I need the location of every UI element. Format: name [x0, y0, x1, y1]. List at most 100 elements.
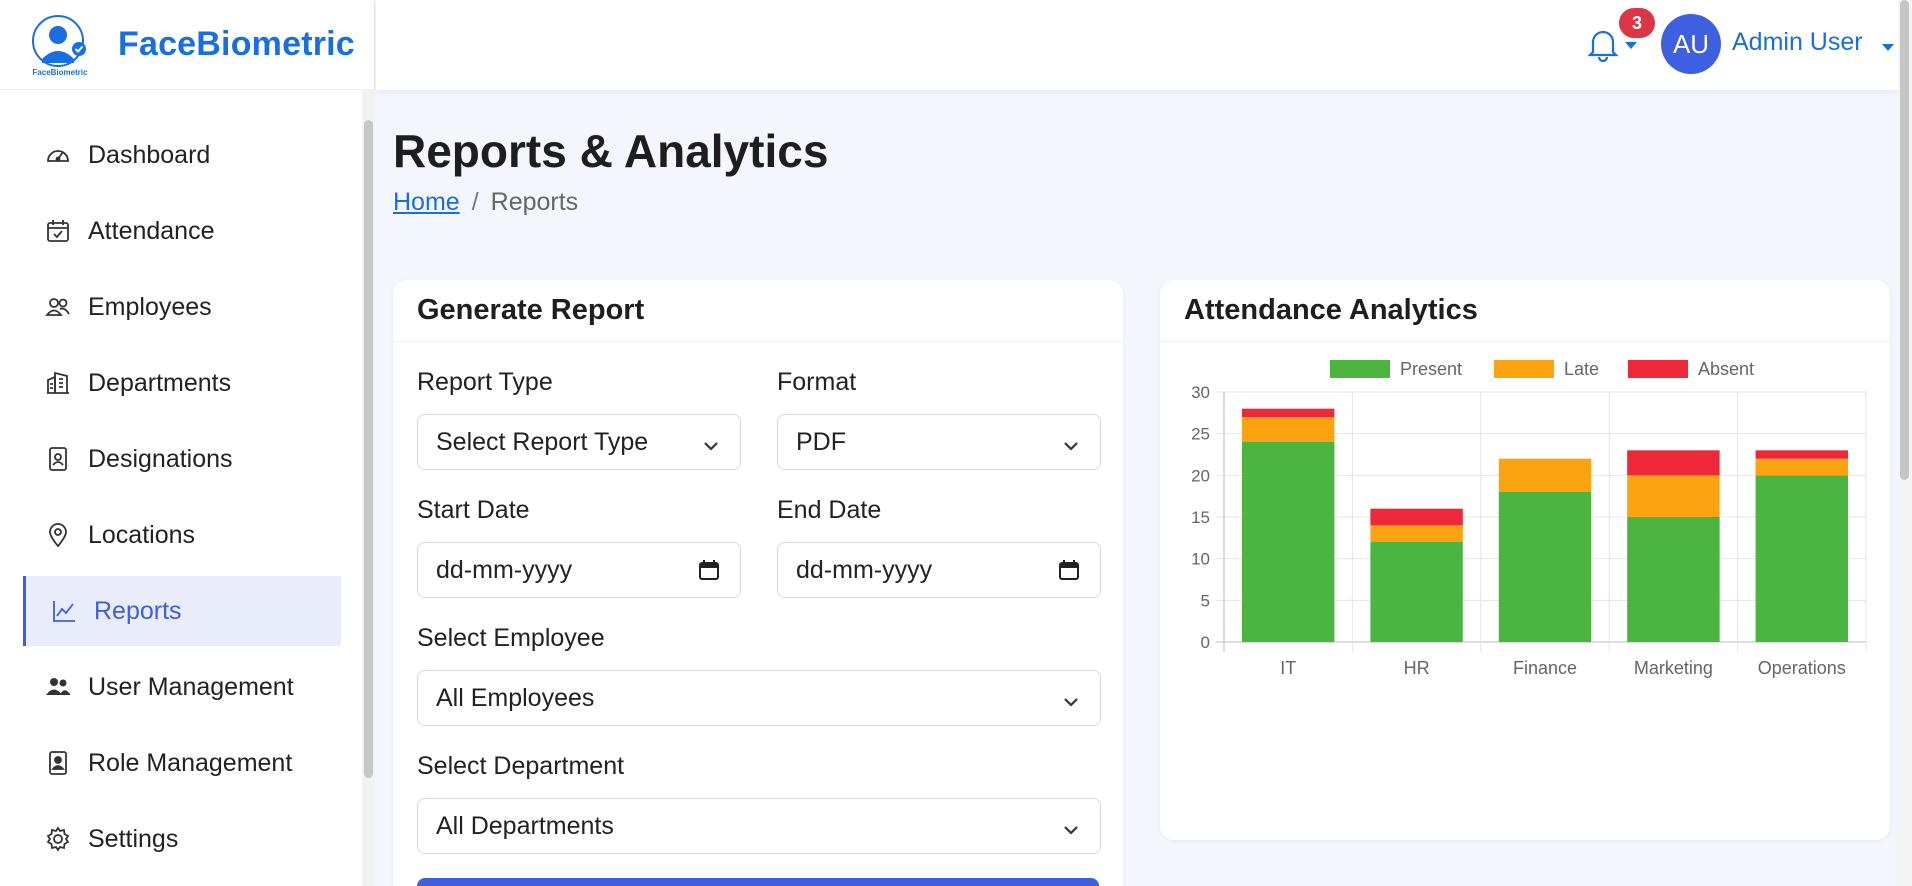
card-title: Attendance Analytics: [1160, 280, 1890, 342]
sidebar-item-attendance[interactable]: Attendance: [0, 196, 340, 266]
users-icon: [44, 293, 72, 321]
avatar[interactable]: AU: [1661, 14, 1721, 74]
map-pin-icon: [44, 521, 72, 549]
end-date-placeholder: dd-mm-yyyy: [796, 555, 933, 584]
generate-report-card: Generate Report Report Type Select Repor…: [393, 280, 1123, 886]
chevron-down-icon: [702, 433, 720, 462]
bar-present: [1370, 542, 1463, 642]
bar-absent: [1241, 408, 1335, 417]
page-title: Reports & Analytics: [393, 125, 829, 177]
department-label: Select Department: [417, 752, 625, 780]
bar-present: [1498, 492, 1592, 642]
bell-icon[interactable]: [1586, 26, 1620, 63]
y-tick-label: 5: [1201, 591, 1210, 610]
y-tick-label: 25: [1191, 425, 1210, 444]
sidebar-item-label: User Management: [88, 672, 294, 701]
sidebar-item-user-management[interactable]: User Management: [0, 652, 340, 722]
y-tick-label: 0: [1201, 633, 1210, 652]
report-type-select[interactable]: Select Report Type: [417, 414, 741, 470]
building-icon: [44, 369, 72, 397]
legend-swatch: [1494, 360, 1554, 378]
sidebar-item-departments[interactable]: Departments: [0, 348, 340, 418]
breadcrumb-home-link[interactable]: Home: [393, 188, 460, 216]
x-tick-label: Finance: [1513, 658, 1577, 678]
format-label: Format: [777, 368, 857, 396]
legend-label: Late: [1564, 359, 1599, 379]
x-tick-label: HR: [1404, 658, 1430, 678]
employee-select[interactable]: All Employees: [417, 670, 1101, 726]
sidebar-item-label: Departments: [88, 368, 232, 397]
sidebar-item-label: Settings: [88, 824, 179, 853]
sidebar-item-role-management[interactable]: Role Management: [0, 728, 340, 798]
bar-absent: [1755, 450, 1849, 459]
sidebar-item-label: Designations: [88, 444, 233, 473]
legend-label: Present: [1400, 359, 1462, 379]
legend-label: Absent: [1698, 359, 1754, 379]
user-menu[interactable]: Admin User: [1732, 28, 1863, 57]
calendar-icon[interactable]: [698, 559, 720, 588]
department-value: All Departments: [436, 811, 614, 840]
gauge-icon: [44, 141, 72, 169]
bar-late: [1627, 475, 1720, 517]
bar-absent: [1627, 450, 1720, 476]
sidebar-item-reports[interactable]: Reports: [23, 576, 341, 646]
sidebar-item-label: Locations: [88, 520, 196, 549]
sidebar-item-designations[interactable]: Designations: [0, 424, 340, 494]
start-date-placeholder: dd-mm-yyyy: [436, 555, 573, 584]
department-select[interactable]: All Departments: [417, 798, 1101, 854]
bar-present: [1755, 475, 1849, 642]
sidebar-item-dashboard[interactable]: Dashboard: [0, 120, 340, 190]
calendar-icon[interactable]: [1058, 559, 1080, 588]
attendance-chart: Present Late Absent 0 5 10 15 20 25 30 IT HR Finance…: [1191, 359, 1867, 678]
format-select[interactable]: PDF: [777, 414, 1101, 470]
page-scrollbar[interactable]: [1900, 0, 1909, 480]
breadcrumb: Home / Reports: [393, 188, 578, 217]
bar-late: [1498, 458, 1592, 492]
sidebar-item-employees[interactable]: Employees: [0, 272, 340, 342]
notification-dropdown-caret-icon[interactable]: [1624, 38, 1638, 56]
brand-name: FaceBiometric: [118, 25, 355, 63]
legend-swatch: [1330, 360, 1390, 378]
y-tick-label: 30: [1191, 383, 1210, 402]
gear-icon: [44, 825, 72, 853]
logo-text: FaceBiometric: [32, 68, 88, 77]
attendance-analytics-card: Attendance Analytics Present Late Absent 0 5…: [1160, 280, 1890, 840]
brand[interactable]: FaceBiometric FaceBiometric: [0, 0, 374, 90]
generate-report-button[interactable]: [417, 878, 1099, 886]
chevron-down-icon: [1062, 433, 1080, 462]
y-tick-label: 20: [1191, 466, 1210, 485]
sidebar-item-label: Role Management: [88, 748, 293, 777]
format-value: PDF: [796, 427, 846, 456]
sidebar: FaceBiometric FaceBiometric Dashboard At…: [0, 0, 375, 886]
end-date-label: End Date: [777, 496, 882, 524]
start-date-label: Start Date: [417, 496, 530, 524]
bar-absent: [1370, 508, 1463, 526]
brand-logo-icon: FaceBiometric: [28, 13, 92, 77]
chevron-down-icon: [1062, 689, 1080, 718]
sidebar-nav: Dashboard Attendance Employees Departmen…: [0, 120, 362, 880]
sidebar-item-label: Attendance: [88, 216, 215, 245]
sidebar-scrollbar[interactable]: [364, 120, 373, 778]
sidebar-item-label: Reports: [94, 596, 182, 625]
end-date-input[interactable]: dd-mm-yyyy: [777, 542, 1101, 598]
user-group-icon: [44, 673, 72, 701]
legend-swatch: [1628, 360, 1688, 378]
card-title: Generate Report: [393, 280, 1123, 342]
breadcrumb-separator: /: [471, 188, 479, 216]
sidebar-item-label: Dashboard: [88, 140, 211, 169]
report-type-label: Report Type: [417, 368, 553, 396]
calendar-check-icon: [44, 217, 72, 245]
bar-late: [1755, 458, 1849, 476]
sidebar-item-locations[interactable]: Locations: [0, 500, 340, 570]
employee-value: All Employees: [436, 683, 595, 712]
chevron-down-icon: [1062, 817, 1080, 846]
notification-badge: 3: [1619, 8, 1655, 38]
start-date-input[interactable]: dd-mm-yyyy: [417, 542, 741, 598]
breadcrumb-current: Reports: [490, 188, 579, 216]
employee-label: Select Employee: [417, 624, 605, 652]
bar-present: [1627, 517, 1720, 642]
y-tick-label: 15: [1191, 508, 1210, 527]
y-tick-label: 10: [1191, 550, 1210, 569]
sidebar-item-settings[interactable]: Settings: [0, 804, 340, 874]
user-dropdown-caret-icon[interactable]: [1881, 40, 1895, 58]
